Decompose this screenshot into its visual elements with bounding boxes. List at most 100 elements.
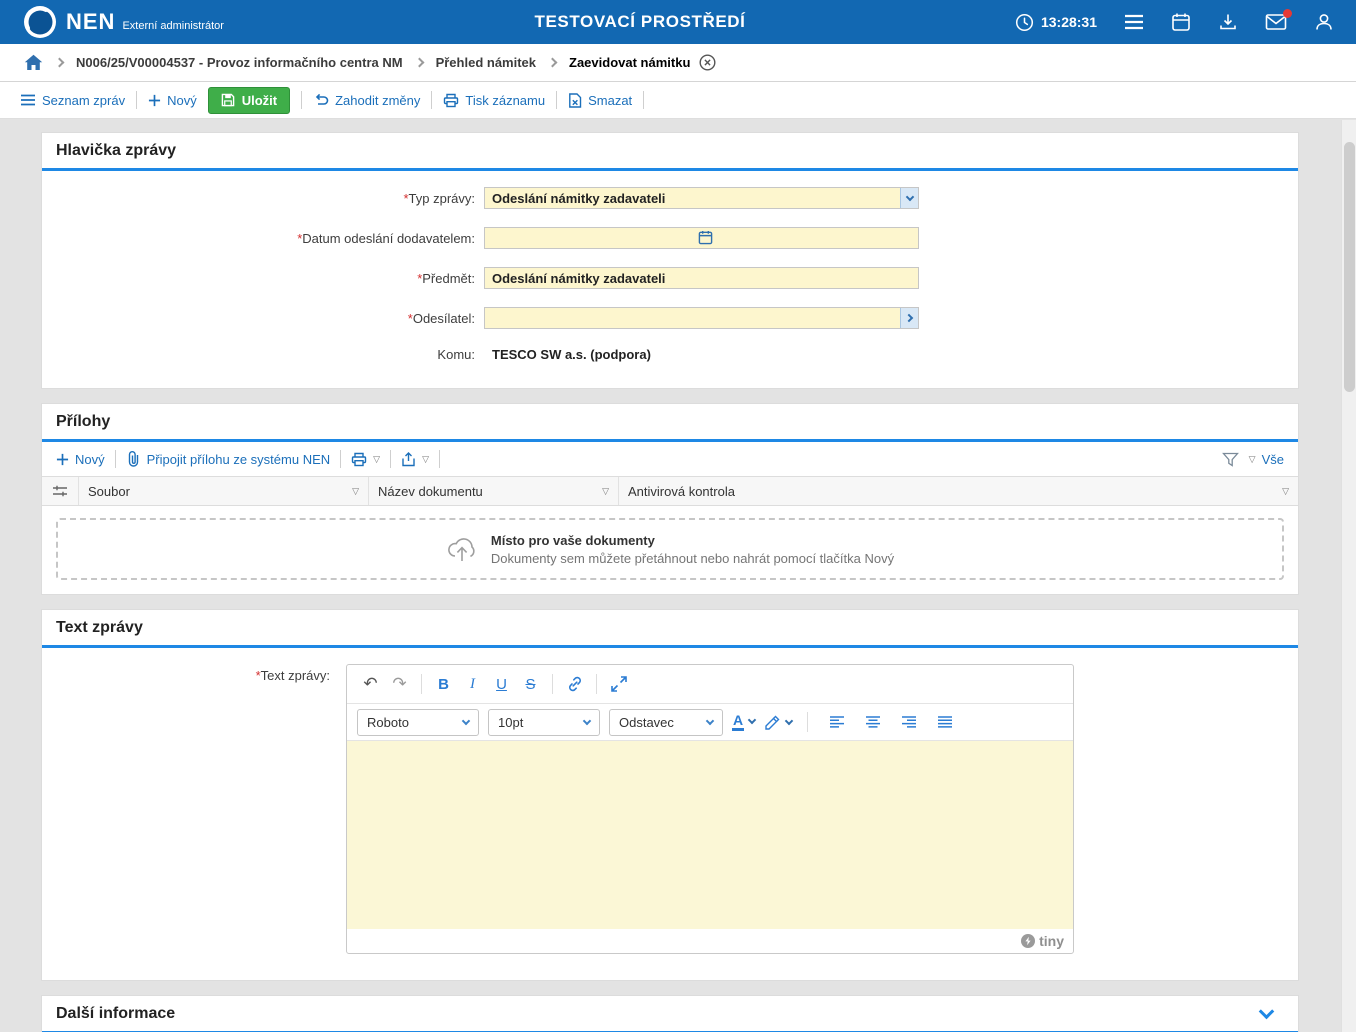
form-row-sender: *Odesílatel: bbox=[42, 307, 1298, 329]
dropdown-triangle-icon: ▽ bbox=[1249, 455, 1256, 464]
align-right-button[interactable] bbox=[895, 709, 922, 736]
expand-section-button[interactable] bbox=[1259, 1004, 1275, 1020]
font-size-select[interactable]: 10pt bbox=[488, 709, 600, 736]
breadcrumb: N006/25/V00004537 - Provoz informačního … bbox=[0, 44, 1356, 82]
tinymce-logo-icon bbox=[1021, 934, 1035, 948]
discard-changes-button[interactable]: Zahodit změny bbox=[313, 93, 420, 108]
chevron-down-icon bbox=[583, 716, 591, 724]
close-icon bbox=[699, 54, 716, 71]
sender-input[interactable] bbox=[484, 307, 919, 329]
message-type-dropdown-button[interactable] bbox=[900, 188, 918, 208]
downloads-button[interactable] bbox=[1218, 12, 1238, 32]
page-body: Hlavička zprávy *Typ zprávy: Odeslání ná… bbox=[0, 119, 1356, 1032]
chevron-down-icon bbox=[785, 716, 793, 724]
message-type-select[interactable]: Odeslání námitky zadavateli bbox=[484, 187, 919, 209]
environment-title: TESTOVACÍ PROSTŘEDÍ bbox=[534, 12, 745, 32]
fullscreen-button[interactable] bbox=[605, 671, 632, 698]
divider bbox=[439, 450, 440, 468]
column-chooser-button[interactable] bbox=[42, 477, 79, 505]
message-header-form: *Typ zprávy: Odeslání námitky zadavateli… bbox=[42, 171, 1298, 388]
column-header-file[interactable]: Soubor ▽ bbox=[79, 477, 369, 505]
close-tab-button[interactable] bbox=[699, 54, 716, 71]
user-role-label: Externí administrátor bbox=[122, 20, 223, 33]
brand-name: NEN bbox=[66, 11, 115, 33]
notification-badge bbox=[1283, 9, 1292, 18]
calendar-button[interactable] bbox=[1171, 12, 1191, 32]
new-record-button[interactable]: Nový bbox=[148, 93, 197, 108]
dropdown-triangle-icon: ▽ bbox=[422, 455, 429, 464]
editor-content-area[interactable] bbox=[347, 741, 1073, 929]
date-picker-button[interactable] bbox=[698, 230, 713, 245]
highlight-color-button[interactable] bbox=[764, 714, 792, 731]
column-filter-icon[interactable]: ▽ bbox=[352, 487, 359, 496]
attachments-dropzone[interactable]: Místo pro vaše dokumenty Dokumenty sem m… bbox=[56, 518, 1284, 580]
app-window: NEN Externí administrátor TESTOVACÍ PROS… bbox=[0, 0, 1356, 1032]
export-icon bbox=[401, 452, 416, 467]
calendar-icon bbox=[698, 230, 713, 245]
align-left-button[interactable] bbox=[823, 709, 850, 736]
align-justify-button[interactable] bbox=[931, 709, 958, 736]
section-more-info: Další informace bbox=[41, 995, 1299, 1032]
upload-cloud-icon bbox=[446, 535, 478, 563]
subject-input[interactable]: Odeslání námitky zadavateli bbox=[484, 267, 919, 289]
italic-button[interactable]: I bbox=[459, 671, 486, 698]
column-filter-icon[interactable]: ▽ bbox=[1282, 487, 1289, 496]
attachment-print-button[interactable]: ▽ bbox=[351, 452, 380, 467]
editor-toolbar-row1: ↶ ↷ B I U S bbox=[347, 665, 1073, 704]
block-format-select[interactable]: Odstavec bbox=[609, 709, 723, 736]
nen-home-link[interactable]: NEN Externí administrátor bbox=[22, 4, 224, 40]
insert-link-button[interactable] bbox=[561, 671, 588, 698]
vertical-scrollbar[interactable] bbox=[1341, 120, 1356, 1032]
save-button[interactable]: Uložit bbox=[208, 87, 290, 114]
attach-from-nen-button[interactable]: Připojit přílohu ze systému NEN bbox=[126, 451, 331, 467]
subject-label: *Předmět: bbox=[42, 271, 484, 286]
column-header-antivirus[interactable]: Antivirová kontrola ▽ bbox=[619, 477, 1298, 505]
divider bbox=[643, 91, 644, 109]
strikethrough-button[interactable]: S bbox=[517, 671, 544, 698]
message-list-label: Seznam zpráv bbox=[42, 93, 125, 108]
scrollbar-thumb[interactable] bbox=[1344, 142, 1355, 392]
align-right-icon bbox=[901, 715, 917, 729]
redo-button[interactable]: ↷ bbox=[386, 671, 413, 698]
clear-filter-button[interactable] bbox=[1222, 452, 1239, 467]
section-message-text: Text zprávy *Text zprávy: ↶ ↷ B I U S bbox=[41, 609, 1299, 981]
breadcrumb-item-procurement[interactable]: N006/25/V00004537 - Provoz informačního … bbox=[76, 55, 403, 70]
profile-button[interactable] bbox=[1314, 12, 1334, 32]
dropzone-title: Místo pro vaše dokumenty bbox=[491, 533, 894, 548]
sender-lookup-button[interactable] bbox=[900, 308, 918, 328]
underline-button[interactable]: U bbox=[488, 671, 515, 698]
attachment-new-button[interactable]: Nový bbox=[56, 452, 105, 467]
plus-icon bbox=[56, 453, 69, 466]
undo-button[interactable]: ↶ bbox=[357, 671, 384, 698]
align-justify-icon bbox=[937, 715, 953, 729]
align-center-button[interactable] bbox=[859, 709, 886, 736]
delete-icon bbox=[568, 93, 582, 108]
message-list-button[interactable]: Seznam zpráv bbox=[20, 93, 125, 108]
messages-button[interactable] bbox=[1265, 13, 1287, 31]
chevron-down-icon bbox=[748, 716, 756, 724]
nen-logo-icon bbox=[22, 4, 58, 40]
view-filter-select[interactable]: ▽ Vše bbox=[1249, 452, 1284, 467]
text-color-button[interactable]: A bbox=[732, 713, 755, 731]
message-text-label: *Text zprávy: bbox=[42, 664, 339, 954]
main-menu-button[interactable] bbox=[1124, 14, 1144, 30]
message-type-value: Odeslání námitky zadavateli bbox=[492, 191, 665, 206]
font-size-value: 10pt bbox=[498, 715, 523, 730]
column-header-document-name[interactable]: Název dokumentu ▽ bbox=[369, 477, 619, 505]
topbar: NEN Externí administrátor TESTOVACÍ PROS… bbox=[0, 0, 1356, 44]
bold-button[interactable]: B bbox=[430, 671, 457, 698]
font-family-select[interactable]: Roboto bbox=[357, 709, 479, 736]
form-row-message-type: *Typ zprávy: Odeslání námitky zadavateli bbox=[42, 187, 1298, 209]
user-icon bbox=[1314, 12, 1334, 32]
plus-icon bbox=[148, 94, 161, 107]
delete-button[interactable]: Smazat bbox=[568, 93, 632, 108]
save-label: Uložit bbox=[242, 93, 277, 108]
column-filter-icon[interactable]: ▽ bbox=[602, 487, 609, 496]
form-row-sent-date: *Datum odeslání dodavatelem: bbox=[42, 227, 1298, 249]
breadcrumb-item-objections-list[interactable]: Přehled námitek bbox=[436, 55, 536, 70]
print-record-button[interactable]: Tisk záznamu bbox=[443, 93, 545, 108]
attachment-export-button[interactable]: ▽ bbox=[401, 452, 429, 467]
divider bbox=[807, 712, 808, 732]
section-title-message-header: Hlavička zprávy bbox=[42, 133, 1298, 171]
home-button[interactable] bbox=[24, 54, 43, 71]
